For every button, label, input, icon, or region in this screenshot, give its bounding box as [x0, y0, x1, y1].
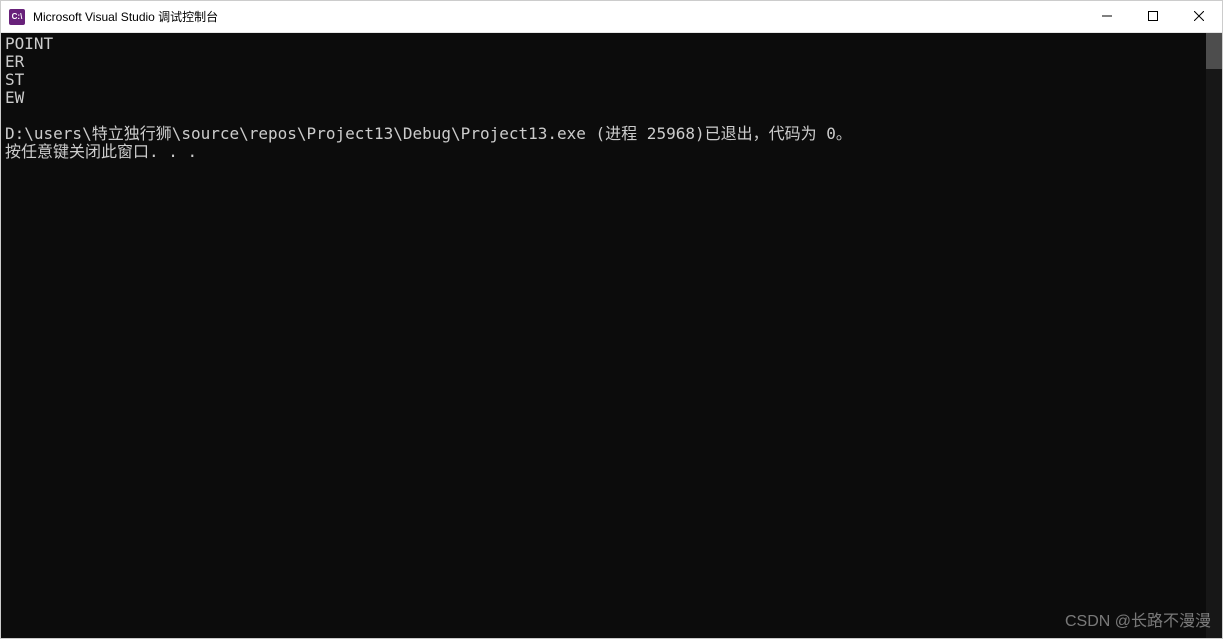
application-window: C:\ Microsoft Visual Studio 调试控制台 POINT … [0, 0, 1223, 639]
close-button[interactable] [1176, 1, 1222, 32]
app-icon: C:\ [9, 9, 25, 25]
window-title: Microsoft Visual Studio 调试控制台 [33, 8, 1084, 25]
console-output[interactable]: POINT ER ST EW D:\users\特立独行狮\source\rep… [1, 33, 1206, 638]
minimize-icon [1102, 9, 1112, 24]
vertical-scrollbar[interactable] [1206, 33, 1222, 638]
window-controls [1084, 1, 1222, 32]
console-area: POINT ER ST EW D:\users\特立独行狮\source\rep… [1, 33, 1222, 638]
minimize-button[interactable] [1084, 1, 1130, 32]
titlebar[interactable]: C:\ Microsoft Visual Studio 调试控制台 [1, 1, 1222, 33]
app-icon-text: C:\ [12, 12, 23, 21]
maximize-icon [1148, 9, 1158, 24]
scrollbar-thumb[interactable] [1206, 33, 1222, 69]
close-icon [1194, 9, 1204, 24]
maximize-button[interactable] [1130, 1, 1176, 32]
